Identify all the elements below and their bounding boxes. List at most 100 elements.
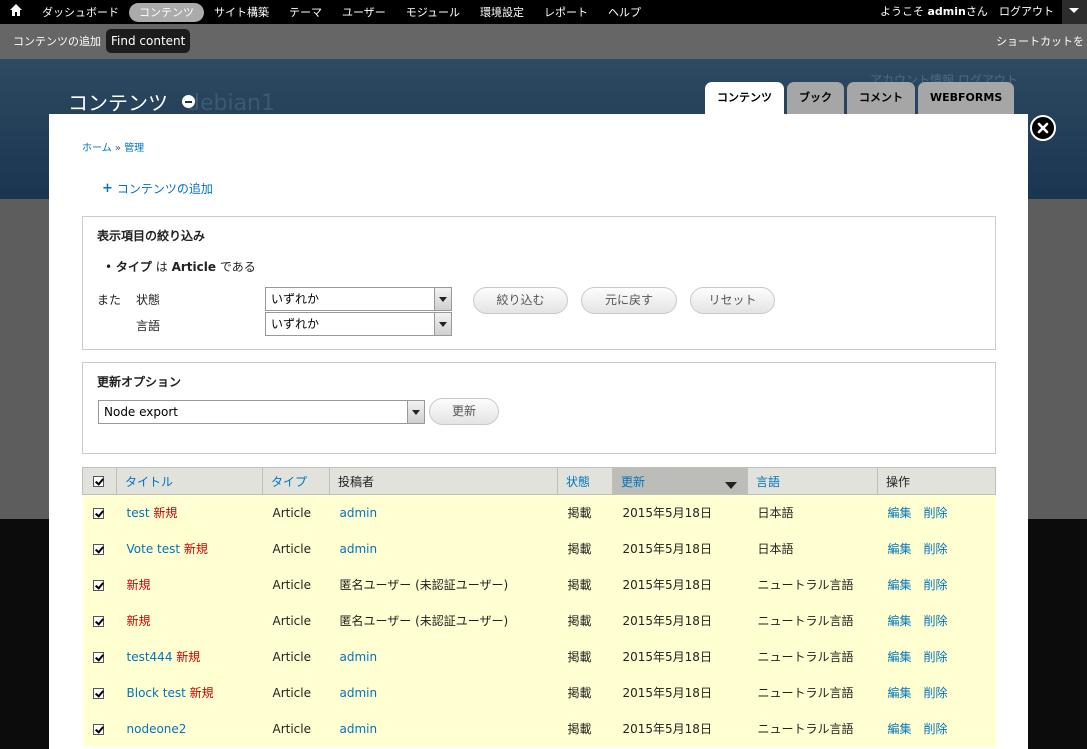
close-overlay-button[interactable] (1030, 115, 1056, 141)
type-cell: Article (262, 638, 330, 675)
select-all-cell (82, 467, 117, 495)
delete-link[interactable]: 削除 (924, 506, 948, 520)
table-row: Vote test 新規 Article admin 掲載 2015年5月18日 日本語編… (82, 530, 996, 567)
author-link[interactable]: admin (340, 506, 378, 520)
language-select[interactable]: いずれか (265, 312, 452, 336)
node-title-link[interactable]: Block test (127, 686, 186, 700)
toolbar-item[interactable]: テーマ (279, 3, 332, 22)
delete-link[interactable]: 削除 (924, 686, 948, 700)
toolbar-item[interactable]: ヘルプ (598, 3, 651, 22)
toolbar-item[interactable]: ダッシュボード (32, 3, 129, 22)
operations-cell: 編集 削除 (877, 710, 996, 747)
toolbar-item[interactable]: 環境設定 (470, 3, 534, 22)
delete-link[interactable]: 削除 (924, 542, 948, 556)
add-content-action[interactable]: + コンテンツの追加 (102, 180, 213, 197)
breadcrumb: ホーム » 管理 (82, 143, 145, 154)
type-cell: Article (262, 494, 330, 531)
delete-link[interactable]: 削除 (924, 578, 948, 592)
node-title-link[interactable]: test444 (127, 650, 173, 664)
operations-cell: 編集 削除 (877, 566, 996, 603)
toolbar-item[interactable]: コンテンツ (129, 2, 204, 22)
tab-item[interactable]: ブック (787, 82, 844, 114)
row-checkbox[interactable] (92, 723, 104, 735)
toolbar-item[interactable]: モジュール (396, 3, 470, 22)
edit-link[interactable]: 編集 (888, 686, 912, 700)
shortcut-find-content[interactable]: Find content (106, 29, 191, 53)
edit-link[interactable]: 編集 (888, 650, 912, 664)
toolbar-item[interactable]: サイト構築 (204, 3, 279, 22)
header-status[interactable]: 状態 (557, 467, 613, 495)
row-select-cell (82, 638, 117, 675)
reset-button[interactable]: リセット (690, 287, 775, 314)
background-site-name: debian1 (186, 91, 275, 116)
edit-link[interactable]: 編集 (888, 614, 912, 628)
delete-link[interactable]: 削除 (924, 650, 948, 664)
breadcrumb-admin[interactable]: 管理 (124, 143, 144, 154)
status-cell: 掲載 (557, 494, 613, 531)
updated-cell: 2015年5月18日 (612, 602, 748, 639)
remove-shortcut-icon[interactable] (182, 95, 195, 108)
delete-link[interactable]: 削除 (924, 614, 948, 628)
tab-item[interactable]: コメント (847, 82, 915, 114)
header-language[interactable]: 言語 (747, 467, 878, 495)
logout-link[interactable]: ログアウト (999, 0, 1054, 24)
operation-select[interactable]: Node export (98, 400, 425, 424)
node-title-link[interactable]: test (127, 506, 150, 520)
author-link[interactable]: admin (340, 542, 378, 556)
shortcut-add-content[interactable]: コンテンツの追加 (13, 24, 101, 59)
add-content-link[interactable]: コンテンツの追加 (117, 180, 213, 197)
edit-link[interactable]: 編集 (888, 542, 912, 556)
node-title-link[interactable]: Vote test (127, 542, 181, 556)
row-checkbox[interactable] (92, 543, 104, 555)
header-title[interactable]: タイトル (116, 467, 263, 495)
header-type[interactable]: タイプ (262, 467, 330, 495)
tab-item[interactable]: WEBFORMS (918, 82, 1015, 114)
author-text: 匿名ユーザー (未認証ユーザー) (339, 578, 509, 592)
undo-button[interactable]: 元に戻す (581, 287, 677, 314)
edit-link[interactable]: 編集 (888, 506, 912, 520)
toolbar-item[interactable]: レポート (534, 3, 598, 22)
username-link[interactable]: admin (928, 5, 966, 18)
row-checkbox[interactable] (92, 615, 104, 627)
row-select-cell (82, 674, 117, 711)
toolbar-item[interactable]: ユーザー (332, 3, 396, 22)
type-cell: Article (262, 530, 330, 567)
title-cell: 新規 (116, 602, 263, 639)
delete-link[interactable]: 削除 (924, 722, 948, 736)
type-cell: Article (262, 602, 330, 639)
edit-link[interactable]: 編集 (888, 578, 912, 592)
dropdown-arrow-icon (434, 313, 451, 335)
edit-link[interactable]: 編集 (888, 722, 912, 736)
status-cell: 掲載 (557, 530, 613, 567)
header-updated[interactable]: 更新 (612, 467, 748, 495)
status-select[interactable]: いずれか (265, 287, 452, 311)
filter-button[interactable]: 絞り込む (473, 287, 568, 314)
new-marker: 新規 (176, 650, 201, 664)
node-title-link[interactable]: nodeone2 (127, 722, 187, 736)
header-operations: 操作 (877, 467, 996, 495)
title-cell: Block test 新規 (116, 674, 263, 711)
primary-tabs: コンテンツ ブック コメント WEBFORMS (705, 82, 1017, 114)
author-cell: 匿名ユーザー (未認証ユーザー) (329, 566, 558, 603)
row-checkbox[interactable] (92, 579, 104, 591)
tab-item[interactable]: コンテンツ (705, 82, 784, 114)
select-all-checkbox[interactable] (93, 476, 104, 487)
table-row: Block test 新規 Article admin 掲載 2015年5月18日 ニュー… (82, 674, 996, 711)
author-link[interactable]: admin (340, 650, 378, 664)
row-checkbox[interactable] (92, 651, 104, 663)
language-cell: 日本語 (747, 494, 878, 531)
header-author: 投稿者 (329, 467, 558, 495)
author-link[interactable]: admin (340, 686, 378, 700)
row-checkbox[interactable] (92, 507, 104, 519)
home-icon[interactable] (9, 3, 27, 21)
filter-fieldset: 表示項目の絞り込み • タイプ は Article である また 状態 言語 い… (82, 216, 996, 350)
author-link[interactable]: admin (340, 722, 378, 736)
language-cell: 日本語 (747, 530, 878, 567)
author-cell: admin (329, 638, 558, 675)
shortcut-toggle-icon[interactable] (1062, 0, 1087, 24)
row-checkbox[interactable] (92, 687, 104, 699)
breadcrumb-home[interactable]: ホーム (82, 143, 112, 154)
update-button[interactable]: 更新 (429, 398, 499, 425)
table-row: 新規 Article 匿名ユーザー (未認証ユーザー) 掲載 2015年5月18日 ニュー… (82, 566, 996, 603)
page-title: コンテンツ (68, 91, 168, 115)
